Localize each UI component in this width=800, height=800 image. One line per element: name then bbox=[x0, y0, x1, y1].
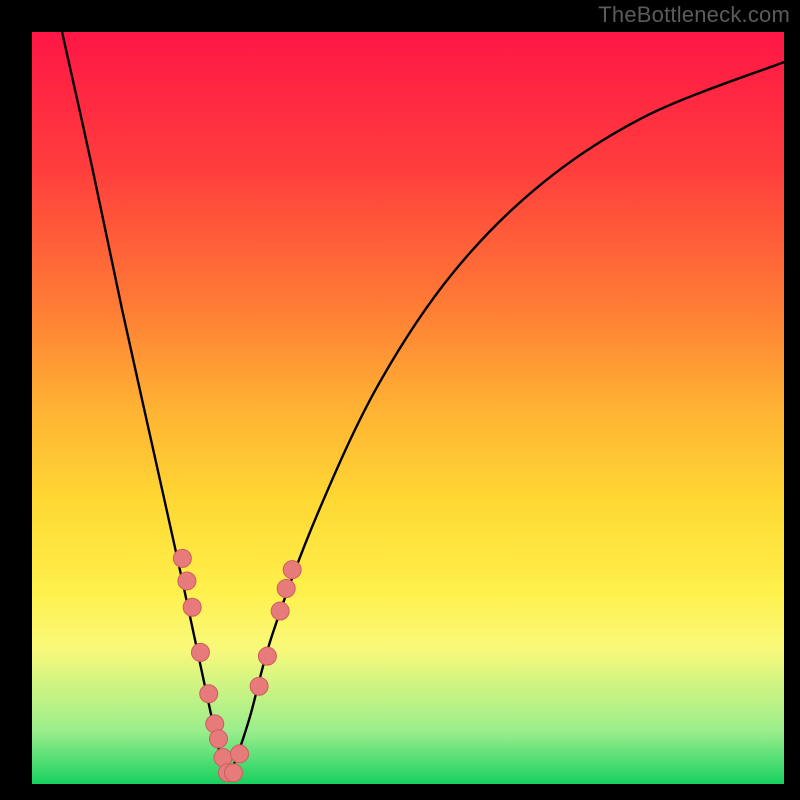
curve-layer bbox=[32, 32, 784, 784]
highlight-dot bbox=[173, 549, 191, 567]
highlight-dots-group bbox=[173, 549, 301, 781]
highlight-dot bbox=[271, 602, 289, 620]
highlight-dot bbox=[200, 685, 218, 703]
watermark-text: TheBottleneck.com bbox=[598, 2, 790, 28]
highlight-dot bbox=[258, 647, 276, 665]
highlight-dot bbox=[183, 598, 201, 616]
highlight-dot bbox=[209, 730, 227, 748]
highlight-dot bbox=[283, 561, 301, 579]
highlight-dot bbox=[225, 764, 243, 782]
highlight-dot bbox=[231, 745, 249, 763]
highlight-dot bbox=[191, 643, 209, 661]
plot-area bbox=[32, 32, 784, 784]
bottleneck-curve-path bbox=[62, 32, 784, 777]
highlight-dot bbox=[277, 579, 295, 597]
highlight-dot bbox=[178, 572, 196, 590]
chart-frame: TheBottleneck.com bbox=[0, 0, 800, 800]
highlight-dot bbox=[250, 677, 268, 695]
